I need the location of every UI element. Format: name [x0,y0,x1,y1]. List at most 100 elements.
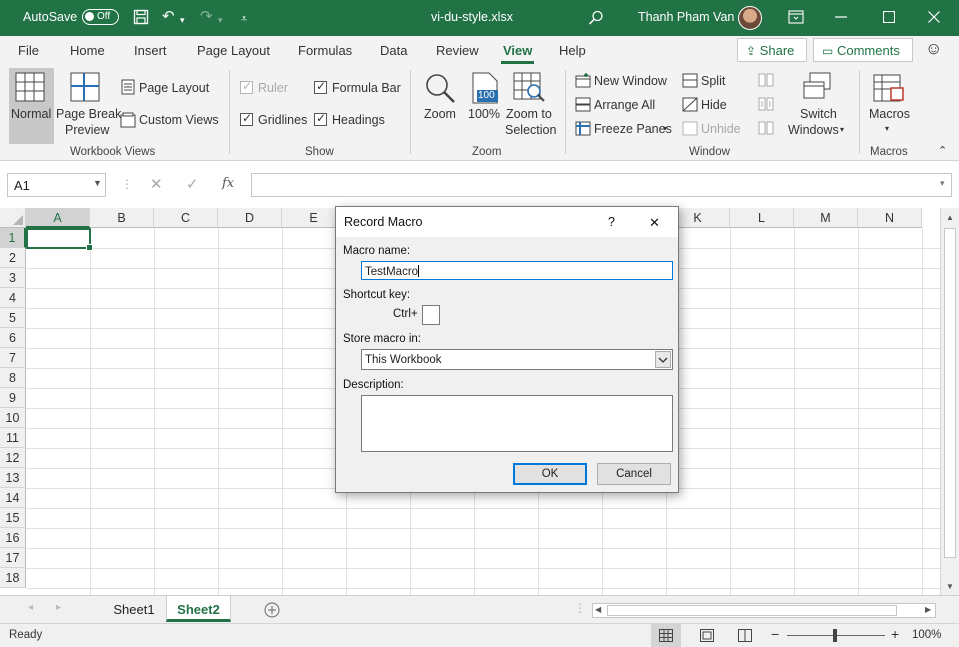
share-button[interactable]: ⇪ Share [737,38,807,62]
ok-button[interactable]: OK [513,463,587,485]
tab-formulas[interactable]: Formulas [298,43,352,58]
ruler-checkbox[interactable] [240,79,253,94]
shortcut-key-input[interactable] [422,305,440,325]
customize-qat-icon[interactable]: ⩡ [241,10,247,28]
row-header-13[interactable]: 13 [0,468,26,488]
scroll-up-icon[interactable]: ▲ [946,213,954,222]
comments-button[interactable]: ▭ Comments [813,38,913,62]
zoom-100-label[interactable]: 100% [468,107,500,121]
row-header-11[interactable]: 11 [0,428,26,448]
macro-name-input[interactable]: TestMacro [361,261,673,280]
new-window-icon[interactable] [575,73,591,88]
switch-windows-dropdown-icon[interactable]: ▾ [840,125,844,134]
zoom-in-icon[interactable]: + [891,626,899,642]
column-header-a[interactable]: A [26,208,90,228]
freeze-panes-icon[interactable] [575,121,591,136]
new-window-label[interactable]: New Window [594,74,667,88]
formula-bar-checkbox[interactable] [314,79,327,94]
zoom-slider-thumb[interactable] [833,629,837,642]
row-header-9[interactable]: 9 [0,388,26,408]
row-header-7[interactable]: 7 [0,348,26,368]
row-header-6[interactable]: 6 [0,328,26,348]
zoom-icon[interactable] [424,72,456,104]
vertical-scroll-thumb[interactable] [944,228,956,558]
row-header-14[interactable]: 14 [0,488,26,508]
row-header-17[interactable]: 17 [0,548,26,568]
page-break-status-icon[interactable] [738,629,752,642]
redo-icon[interactable]: ↷ [200,8,213,26]
horizontal-scroll-thumb[interactable] [607,605,897,616]
tab-split-grip-icon[interactable]: ⋮ [574,601,586,615]
row-header-15[interactable]: 15 [0,508,26,528]
save-icon[interactable] [133,9,149,25]
row-header-5[interactable]: 5 [0,308,26,328]
custom-views-label[interactable]: Custom Views [139,113,219,127]
status-zoom-level[interactable]: 100% [912,629,941,641]
row-header-10[interactable]: 10 [0,408,26,428]
macros-dropdown-icon[interactable]: ▾ [885,124,889,133]
freeze-panes-dropdown-icon[interactable]: ▾ [663,124,667,133]
minimize-icon[interactable] [835,16,847,19]
zoom-to-selection-icon[interactable] [513,72,545,104]
arrange-all-label[interactable]: Arrange All [594,98,655,112]
tab-page-layout[interactable]: Page Layout [197,43,270,58]
column-header-d[interactable]: D [218,208,282,228]
redo-dropdown-icon[interactable]: ▾ [218,11,223,29]
synchronous-scrolling-icon[interactable] [758,97,774,112]
unhide-icon[interactable] [682,121,698,136]
dialog-help-button[interactable]: ? [608,215,615,229]
horizontal-scrollbar[interactable]: ◀ ▶ [592,603,936,618]
column-header-l[interactable]: L [730,208,794,228]
scroll-left-icon[interactable]: ◀ [595,605,601,614]
freeze-panes-label[interactable]: Freeze Panes [594,122,672,136]
sheet-tab-sheet2[interactable]: Sheet2 [166,596,231,622]
view-side-by-side-icon[interactable] [758,73,774,88]
row-header-18[interactable]: 18 [0,568,26,588]
avatar[interactable] [738,6,762,30]
page-layout-status-icon[interactable] [700,629,714,642]
scroll-sheets-right-icon[interactable]: ▸ [56,602,61,613]
vertical-scrollbar[interactable]: ▲ ▼ [940,208,959,595]
row-header-3[interactable]: 3 [0,268,26,288]
scroll-down-icon[interactable]: ▼ [946,582,954,591]
add-sheet-icon[interactable] [264,602,280,618]
undo-dropdown-icon[interactable]: ▾ [180,11,185,29]
zoom-label[interactable]: Zoom [424,107,456,121]
name-box[interactable]: A1 [7,173,106,197]
page-break-preview-icon[interactable] [70,72,100,102]
switch-windows-icon[interactable] [802,72,832,102]
custom-views-icon[interactable] [120,112,136,128]
row-header-1[interactable]: 1 [0,228,26,248]
tab-help[interactable]: Help [559,43,586,58]
tab-review[interactable]: Review [436,43,479,58]
row-header-16[interactable]: 16 [0,528,26,548]
confirm-entry-icon[interactable]: ✓ [186,175,199,193]
name-box-dropdown-icon[interactable]: ▼ [93,178,102,188]
page-layout-label[interactable]: Page Layout [139,81,209,95]
scroll-sheets-left-icon[interactable]: ◂ [28,602,33,613]
hide-icon[interactable] [682,97,698,112]
description-input[interactable] [361,395,673,452]
hide-label[interactable]: Hide [701,98,727,112]
headings-checkbox[interactable] [314,111,327,126]
column-header-n[interactable]: N [858,208,922,228]
undo-icon[interactable]: ↶ [162,8,175,26]
column-header-b[interactable]: B [90,208,154,228]
search-icon[interactable] [588,10,604,26]
row-header-2[interactable]: 2 [0,248,26,268]
scroll-right-icon[interactable]: ▶ [925,605,931,614]
zoom-out-icon[interactable]: − [771,626,779,642]
macros-label[interactable]: Macros [869,107,910,121]
tab-file[interactable]: File [18,43,39,58]
expand-formula-bar-icon[interactable]: ▾ [940,178,945,189]
gridlines-checkbox[interactable] [240,111,253,126]
tab-view[interactable]: View [500,43,535,64]
ribbon-display-options-icon[interactable] [788,10,804,24]
autosave-toggle[interactable]: Off [82,9,119,25]
macros-icon[interactable] [873,72,905,104]
sheet-tab-sheet1[interactable]: Sheet1 [102,596,166,622]
reset-window-position-icon[interactable] [758,121,774,136]
store-macro-select[interactable]: This Workbook [361,349,673,370]
select-all-corner[interactable] [0,208,26,228]
page-layout-icon[interactable] [121,79,135,95]
